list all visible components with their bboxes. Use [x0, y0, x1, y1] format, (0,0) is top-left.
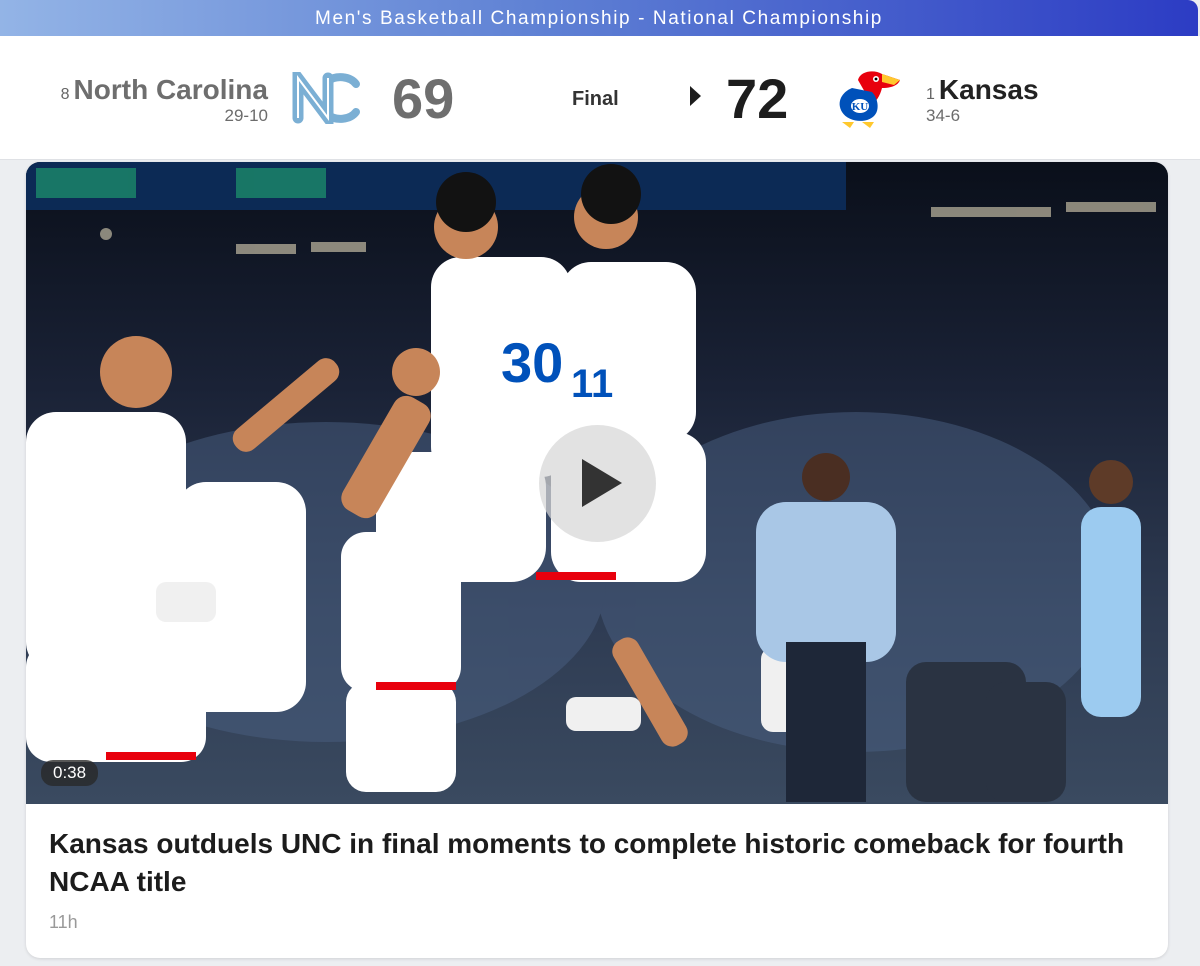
- unc-logo-icon: [292, 72, 360, 124]
- article-timestamp: 11h: [49, 912, 78, 932]
- home-team-seed: 8: [60, 86, 70, 103]
- kansas-jayhawk-logo-icon: KU: [839, 71, 900, 128]
- away-team-record: 34-6: [926, 106, 961, 125]
- video-duration-badge: 0:38: [41, 760, 99, 786]
- play-button[interactable]: [539, 425, 656, 542]
- winner-arrow-icon: [690, 86, 701, 106]
- home-team[interactable]: 8 North Carolina 29-10: [50, 74, 268, 126]
- svg-text:11: 11: [571, 362, 613, 406]
- play-icon: [582, 459, 622, 507]
- game-status: Final: [572, 88, 619, 110]
- away-team-name: Kansas: [938, 74, 1039, 105]
- away-team-seed: 1: [926, 86, 935, 103]
- article-headline[interactable]: Kansas outduels UNC in final moments to …: [49, 825, 1139, 901]
- svg-text:30: 30: [501, 331, 563, 394]
- away-team[interactable]: 1 Kansas 34-6: [926, 74, 1126, 126]
- home-team-name-row: 8 North Carolina: [50, 74, 268, 106]
- scoreboard[interactable]: 8 North Carolina 29-10 69 Final 72 KU 1 Ka…: [0, 36, 1200, 160]
- championship-banner: Men's Basketball Championship - National…: [0, 0, 1198, 36]
- away-team-name-row: 1 Kansas: [926, 74, 1126, 106]
- svg-text:KU: KU: [852, 101, 869, 113]
- away-team-score: 72: [726, 67, 789, 130]
- home-team-score: 69: [392, 67, 455, 130]
- home-team-name: North Carolina: [73, 74, 268, 105]
- home-team-record: 29-10: [224, 106, 268, 125]
- video-article-card[interactable]: 30 11 0:38 Kansas outduels UNC in final …: [26, 162, 1168, 958]
